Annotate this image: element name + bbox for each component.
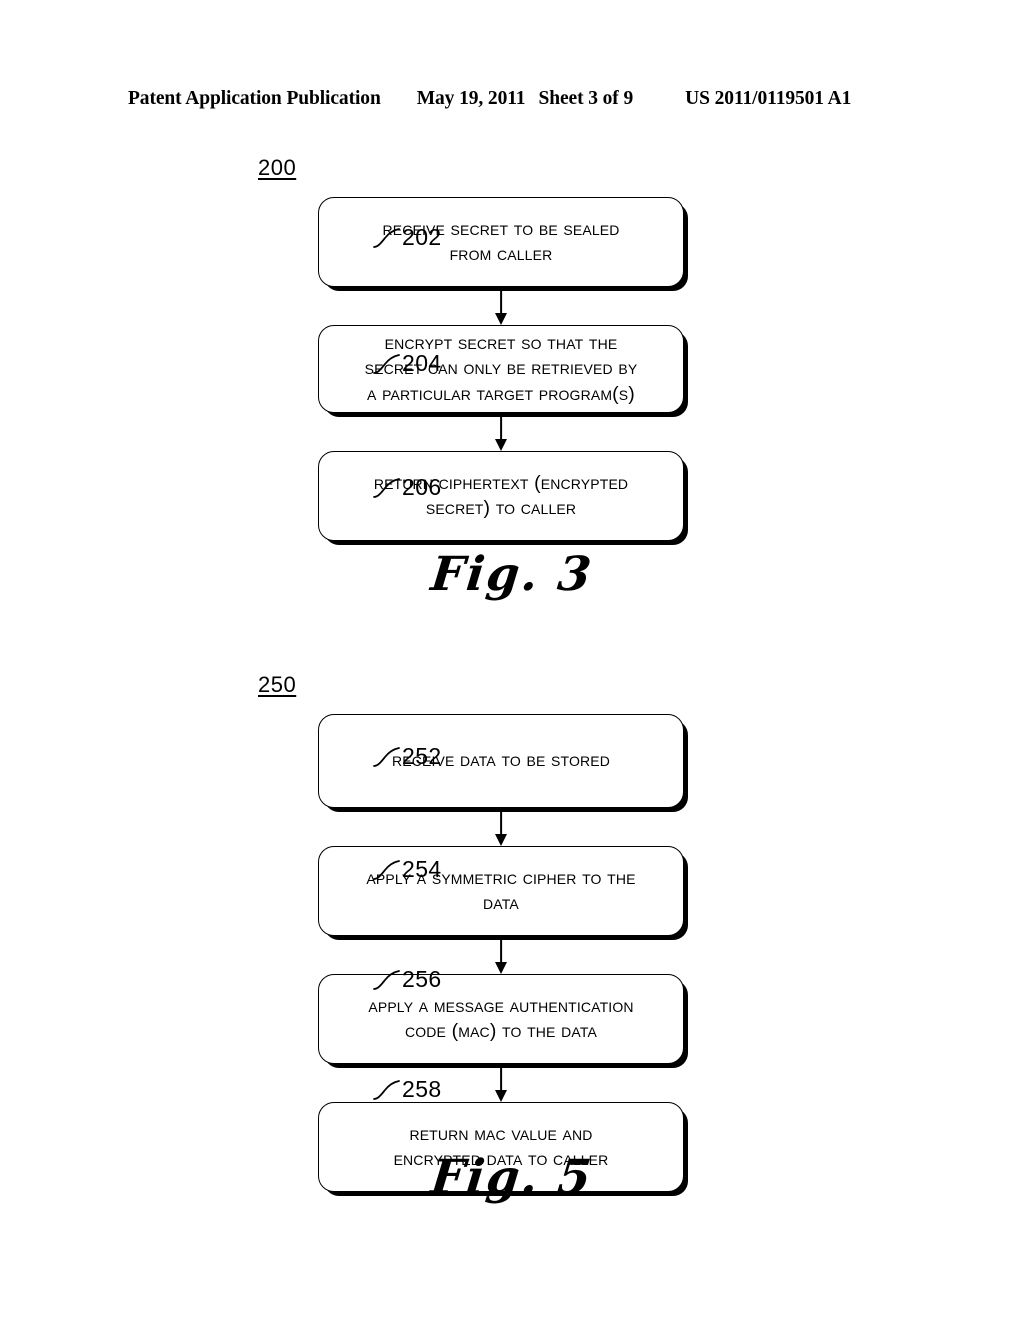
process-node-254: Apply a Symmetric Cipher to the Data xyxy=(318,846,684,936)
connector-252-to-254 xyxy=(318,808,684,846)
flow-reference-label-250: 250 xyxy=(258,672,297,697)
connector-204-to-206 xyxy=(318,413,684,451)
connector-256-to-258 xyxy=(318,1064,684,1102)
process-node-204: Encrypt Secret so that the Secret can On… xyxy=(318,325,684,413)
connector-stem xyxy=(500,287,502,315)
process-node-202: Receive Secret to be Sealed from Caller xyxy=(318,197,684,287)
flowchart-200: Receive Secret to be Sealed from Caller … xyxy=(318,197,684,541)
process-node-202-label: Receive Secret to be Sealed from Caller xyxy=(382,217,620,265)
header-publication-title: Patent Application Publication xyxy=(128,88,381,109)
figure-5-caption: Fig. 5 xyxy=(428,1150,596,1205)
connector-stem xyxy=(500,808,502,836)
arrowhead-icon xyxy=(495,962,507,974)
process-node-254-label: Apply a Symmetric Cipher to the Data xyxy=(366,866,636,914)
connector-254-to-256 xyxy=(318,936,684,974)
connector-stem xyxy=(500,1064,502,1092)
arrowhead-icon xyxy=(495,313,507,325)
process-node-206-label: Return Ciphertext (Encrypted Secret) to … xyxy=(373,471,629,519)
connector-stem xyxy=(500,936,502,964)
patent-drawing-page: Patent Application Publication May 19, 2… xyxy=(0,0,1024,1320)
arrowhead-icon xyxy=(495,834,507,846)
header-sheet-number: Sheet 3 of 9 xyxy=(538,88,634,109)
arrowhead-icon xyxy=(495,439,507,451)
process-node-256: Apply a Message Authentication Code (MAC… xyxy=(318,974,684,1064)
arrowhead-icon xyxy=(495,1090,507,1102)
flowchart-250: Receive Data to be Stored Apply a Symmet… xyxy=(318,714,684,1192)
connector-stem xyxy=(500,413,502,441)
process-node-256-label: Apply a Message Authentication Code (MAC… xyxy=(368,994,634,1042)
flow-reference-label-200: 200 xyxy=(258,155,297,180)
process-node-252-label: Receive Data to be Stored xyxy=(391,749,611,772)
process-node-204-label: Encrypt Secret so that the Secret can On… xyxy=(364,331,638,405)
process-node-252: Receive Data to be Stored xyxy=(318,714,684,808)
process-node-206: Return Ciphertext (Encrypted Secret) to … xyxy=(318,451,684,541)
header-publication-date: May 19, 2011 xyxy=(416,88,526,109)
publication-header: Patent Application Publication May 19, 2… xyxy=(128,88,896,110)
figure-3-caption: Fig. 3 xyxy=(428,547,596,602)
header-document-number: US 2011/0119501 A1 xyxy=(685,88,852,109)
connector-202-to-204 xyxy=(318,287,684,325)
